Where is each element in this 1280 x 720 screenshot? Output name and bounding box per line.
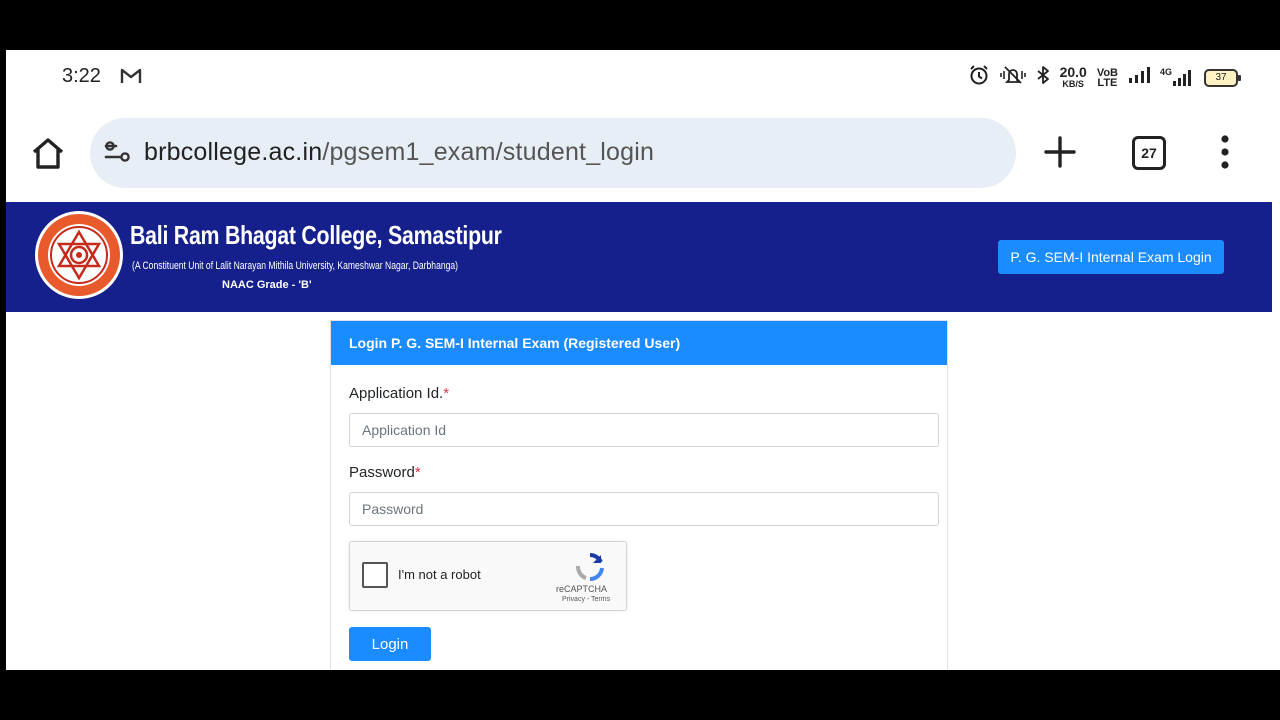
site-header: Bali Ram Bhagat College, Samastipur (A C…: [6, 202, 1272, 312]
login-card-title: Login P. G. SEM-I Internal Exam (Registe…: [331, 321, 947, 365]
alarm-icon: [968, 64, 990, 91]
vibrate-icon: [999, 65, 1026, 90]
required-mark: *: [443, 385, 450, 402]
battery-icon: 37: [1204, 68, 1241, 87]
recaptcha-links[interactable]: Privacy - Terms: [562, 596, 610, 603]
site-settings-icon[interactable]: [104, 140, 132, 169]
password-input[interactable]: [349, 492, 939, 526]
college-subtitle: (A Constituent Unit of Lalit Narayan Mit…: [132, 260, 459, 272]
recaptcha-widget: I'm not a robot reCAPTCHA Privacy - Term…: [349, 541, 627, 611]
browser-toolbar: brbcollege.ac.in/pgsem1_exam/student_log…: [6, 104, 1280, 202]
college-logo: [34, 210, 124, 300]
home-icon[interactable]: [28, 134, 68, 174]
required-mark: *: [414, 464, 421, 481]
login-card: Login P. G. SEM-I Internal Exam (Registe…: [330, 320, 948, 670]
exam-login-button[interactable]: P. G. SEM-I Internal Exam Login: [998, 240, 1224, 274]
application-id-input[interactable]: [349, 413, 939, 447]
gmail-icon: [120, 68, 142, 89]
url-text: brbcollege.ac.in/pgsem1_exam/student_log…: [144, 138, 654, 167]
status-bar: 3:22 20.0 KB/S VoB LTE 4G 37: [6, 50, 1280, 104]
recaptcha-brand: reCAPTCHA: [556, 584, 608, 594]
application-id-label: Application Id.*: [349, 385, 450, 402]
tabs-icon[interactable]: 27: [1132, 136, 1166, 170]
phone-screen: 3:22 20.0 KB/S VoB LTE 4G 37 brbcollege.…: [6, 50, 1280, 670]
recaptcha-checkbox[interactable]: [362, 562, 388, 588]
password-label: Password*: [349, 464, 421, 481]
new-tab-icon[interactable]: [1042, 134, 1078, 170]
college-name: Bali Ram Bhagat College, Samastipur: [130, 220, 502, 250]
url-path: /pgsem1_exam/student_login: [322, 138, 655, 166]
url-host: brbcollege.ac.in: [144, 138, 323, 166]
status-time: 3:22: [62, 65, 101, 87]
signal-icon: [1128, 66, 1150, 89]
recaptcha-label: I'm not a robot: [398, 567, 481, 582]
volte-indicator: VoB LTE: [1096, 66, 1118, 89]
login-button[interactable]: Login: [349, 627, 431, 661]
naac-grade: NAAC Grade - 'B': [222, 279, 312, 291]
bluetooth-icon: [1036, 65, 1050, 90]
recaptcha-logo-icon: [574, 552, 606, 587]
signal-4g-icon: 4G: [1160, 67, 1194, 87]
more-menu-icon[interactable]: [1220, 134, 1230, 170]
net-speed: 20.0 KB/S: [1059, 64, 1087, 89]
address-bar[interactable]: brbcollege.ac.in/pgsem1_exam/student_log…: [90, 118, 1016, 188]
status-icons: 20.0 KB/S VoB LTE 4G 37: [968, 64, 1241, 91]
